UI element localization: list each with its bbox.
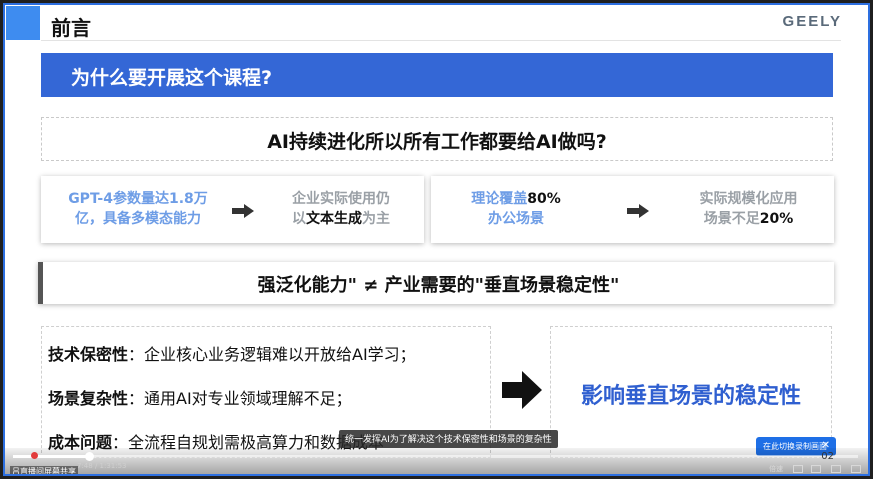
live-subtitle: 统一发挥AI为了解决这个技术保密性和场景的复杂性 <box>339 430 558 448</box>
card-left-reality: 企业实际使用仍 以文本生成为主 <box>292 191 390 227</box>
corner-square <box>6 6 40 40</box>
key-claim-box: 强泛化能力" ≠ 产业需要的"垂直场景稳定性" <box>38 262 834 304</box>
key-claim-text: 强泛化能力" ≠ 产业需要的"垂直场景稳定性" <box>257 275 620 296</box>
page-title: 前言 <box>51 16 91 40</box>
big-arrow-right-icon <box>502 371 542 409</box>
geely-logo: GEELY <box>782 13 842 30</box>
header-divider <box>41 40 841 41</box>
playback-time: 7:48 / 1:31:53 <box>77 462 127 470</box>
progress-handle[interactable] <box>85 452 95 461</box>
screen-share-frame: 前言 GEELY 为什么要开展这个课程? AI持续进化所以所有工作都要给AI做吗… <box>3 3 870 476</box>
record-indicator-icon <box>31 452 38 459</box>
issue-item: 场景复杂性：通用AI对专业领域理解不足； <box>48 389 352 408</box>
caption-icon[interactable] <box>793 465 803 473</box>
comparison-card-left: GPT-4参数量达1.8万 亿，具备多模态能力 企业实际使用仍 以文本生成为主 <box>41 176 424 243</box>
progress-fill <box>13 455 90 458</box>
arrow-right-icon <box>232 204 254 218</box>
question-text: 为什么要开展这个课程? <box>71 67 273 89</box>
card-right-claim: 理论覆盖80% 办公场景 <box>471 191 561 227</box>
card-left-claim: GPT-4参数量达1.8万 亿，具备多模态能力 <box>68 191 208 227</box>
speed-button[interactable]: 倍速 <box>769 464 783 474</box>
question-banner: 为什么要开展这个课程? <box>41 53 833 97</box>
progress-bar[interactable] <box>13 452 858 461</box>
arrow-right-icon <box>627 204 649 218</box>
picture-in-picture-icon[interactable] <box>811 465 821 473</box>
video-player-bar <box>5 448 868 474</box>
comparison-card-right: 理论覆盖80% 办公场景 实际规模化应用 场景不足20% <box>431 176 834 243</box>
card-right-reality: 实际规模化应用 场景不足20% <box>699 191 798 227</box>
slide-page-number: 02 <box>821 451 834 462</box>
issue-item: 技术保密性：企业核心业务逻辑难以开放给AI学习； <box>48 345 416 364</box>
slide: 前言 GEELY 为什么要开展这个课程? AI持续进化所以所有工作都要给AI做吗… <box>5 5 868 474</box>
window-icon[interactable] <box>831 465 841 473</box>
stream-watermark: 吕直播间屏幕共享 <box>10 466 78 476</box>
sub-question: AI持续进化所以所有工作都要给AI做吗? <box>41 117 833 161</box>
fullscreen-icon[interactable] <box>851 465 861 473</box>
